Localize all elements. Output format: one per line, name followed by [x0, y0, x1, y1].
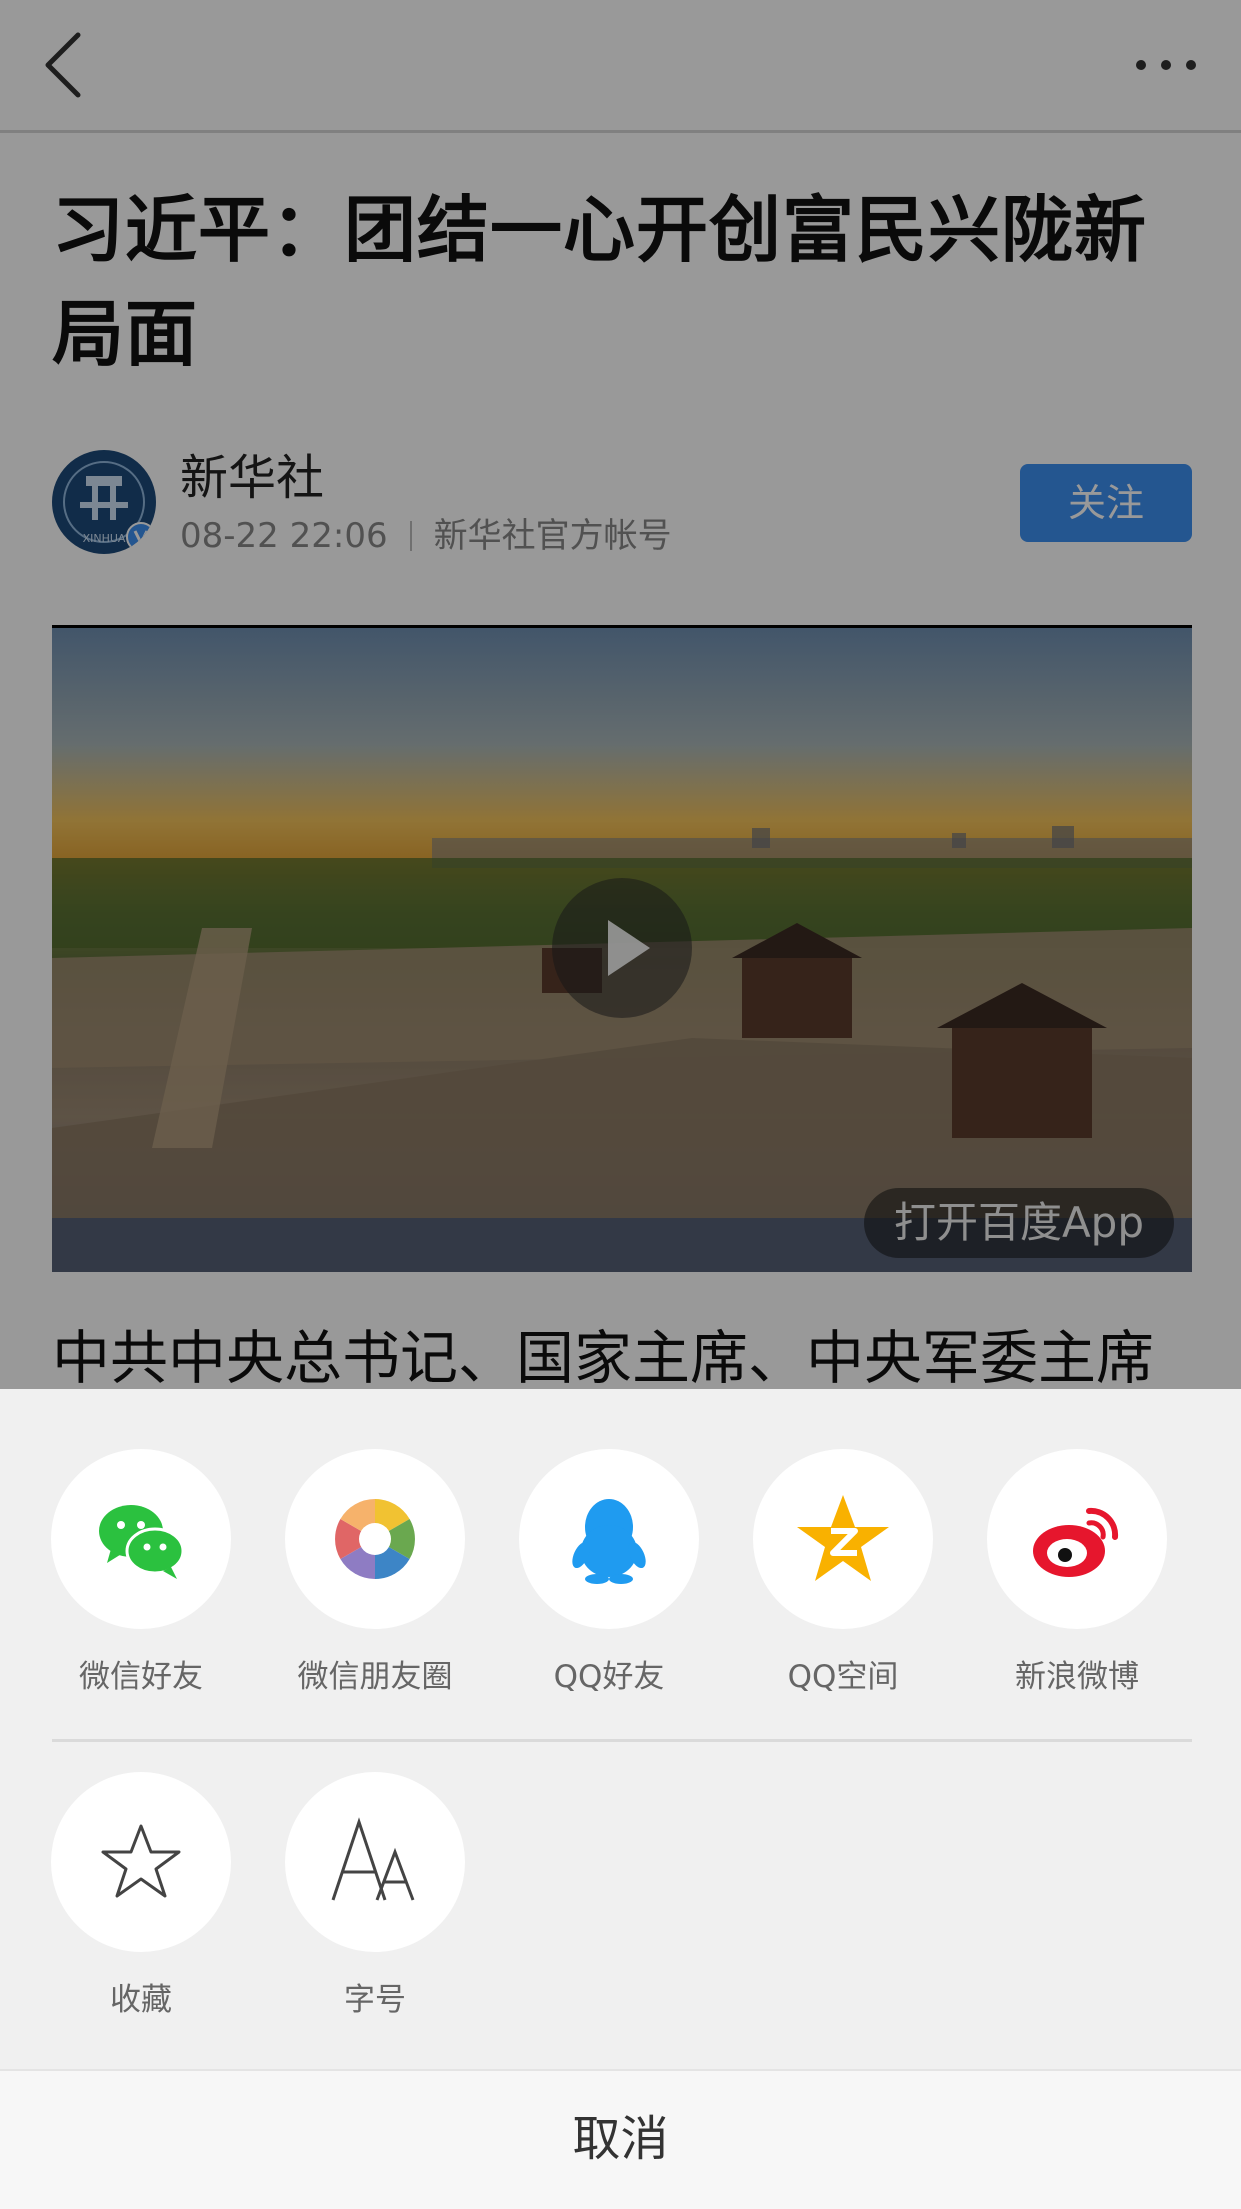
share-label: 新浪微博	[1015, 1659, 1139, 1695]
share-sheet: 微信好友 微信朋友圈 QQ好友 QQ空间 新浪微博 收藏 字号 取消	[0, 1389, 1241, 2209]
actions-row: 收藏 字号	[0, 1772, 1241, 2018]
share-label: 微信好友	[79, 1659, 203, 1695]
star-icon	[101, 1824, 181, 1898]
favorite-action[interactable]: 收藏	[24, 1772, 258, 2018]
share-wechat-circle	[51, 1449, 231, 1629]
share-moments-circle	[285, 1449, 465, 1629]
font-size-action[interactable]: 字号	[258, 1772, 492, 2018]
qzone-icon	[797, 1495, 889, 1581]
qq-icon	[572, 1499, 646, 1584]
share-qzone-circle	[753, 1449, 933, 1629]
share-label: 微信朋友圈	[297, 1659, 453, 1695]
share-targets-row: 微信好友 微信朋友圈 QQ好友 QQ空间 新浪微博	[0, 1449, 1241, 1695]
sheet-divider	[52, 1739, 1192, 1742]
share-label: QQ空间	[787, 1659, 899, 1695]
share-label: QQ好友	[553, 1659, 665, 1695]
share-weibo-circle	[987, 1449, 1167, 1629]
share-wechat-friend[interactable]: 微信好友	[24, 1449, 258, 1695]
font-size-circle	[285, 1772, 465, 1952]
share-qq-friend[interactable]: QQ好友	[492, 1449, 726, 1695]
action-label: 字号	[344, 1982, 406, 2018]
share-qzone[interactable]: QQ空间	[726, 1449, 960, 1695]
wechat-icon	[99, 1505, 185, 1579]
share-qq-circle	[519, 1449, 699, 1629]
share-weibo[interactable]: 新浪微博	[960, 1449, 1194, 1695]
share-wechat-moments[interactable]: 微信朋友圈	[258, 1449, 492, 1695]
weibo-icon	[1033, 1507, 1119, 1577]
action-label: 收藏	[110, 1982, 172, 2018]
cancel-button[interactable]: 取消	[0, 2069, 1241, 2209]
moments-icon	[335, 1499, 415, 1579]
favorite-circle	[51, 1772, 231, 1952]
font-size-icon	[331, 1817, 415, 1901]
